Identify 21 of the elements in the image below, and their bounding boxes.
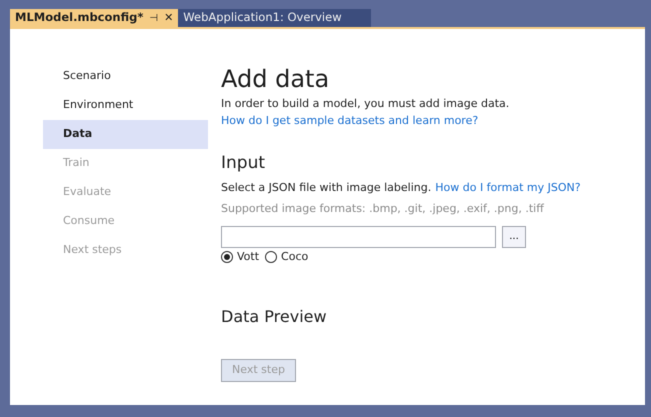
radio-button[interactable]	[265, 250, 278, 263]
help-link[interactable]: How do I get sample datasets and learn more?	[221, 112, 478, 129]
section-heading: Input	[221, 152, 266, 175]
document-tab[interactable]: MLModel.mbconfig* ⊣ ✕	[10, 9, 178, 27]
page-heading: Add data	[221, 65, 330, 93]
intro-text: In order to build a model, you must add image data.	[221, 96, 510, 112]
pin-icon[interactable]: ⊣	[149, 10, 158, 26]
close-icon[interactable]: ✕	[164, 10, 174, 26]
sidebar-item[interactable]: Environment	[43, 91, 208, 120]
file-path-field[interactable]	[221, 226, 496, 248]
formats-text: Supported image formats: .bmp, .git, .jpeg, .exif, .png, .tiff	[221, 201, 545, 217]
sidebar-item[interactable]: Scenario	[43, 62, 208, 91]
help-link[interactable]: How do I format my JSON?	[435, 180, 581, 196]
radio-label[interactable]: Coco	[281, 248, 308, 265]
radio-label[interactable]: Vott	[237, 248, 260, 265]
radio-button[interactable]	[221, 250, 233, 263]
document-tab[interactable]: WebApplication1: Overview	[178, 9, 372, 27]
instruction-text: Select a JSON file with image labeling.	[221, 180, 432, 196]
section-heading: Data Preview	[221, 306, 328, 328]
sidebar-item[interactable]: Data	[43, 120, 208, 149]
browse-button[interactable]: ...	[502, 226, 526, 248]
